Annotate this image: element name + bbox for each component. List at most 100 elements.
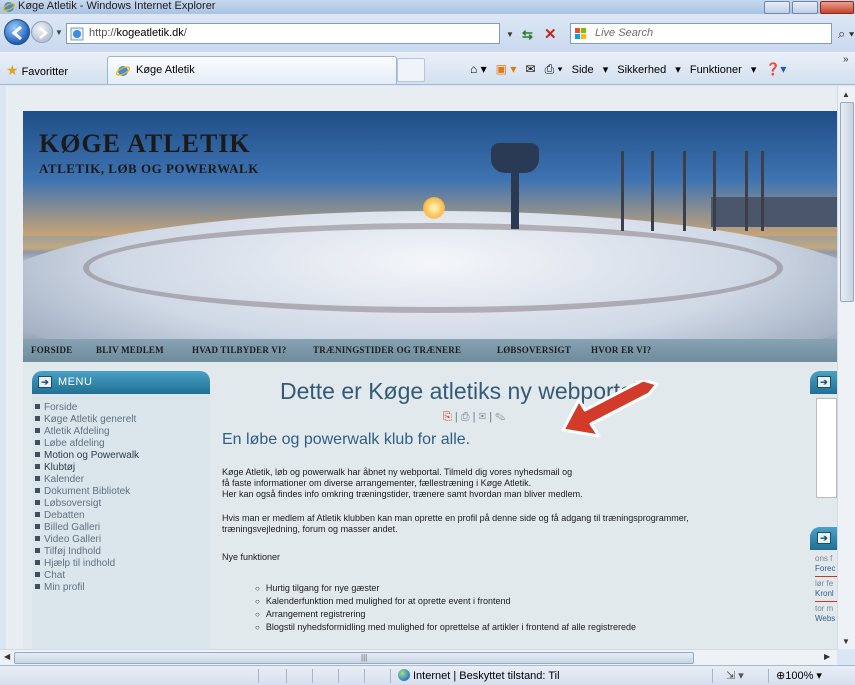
menu-item-koge-atletik-generelt[interactable]: Køge Atletik generelt xyxy=(35,414,136,425)
zone-text: Internet | Beskyttet tilstand: Til xyxy=(413,670,560,682)
email-article-icon[interactable]: ✉ xyxy=(479,411,487,423)
right-news-list: ons f Forec lør fe Kronl tor m Webs xyxy=(815,554,837,624)
right-news-arrow-icon: ➔ xyxy=(817,532,831,544)
menu-item-klubtoj[interactable]: Klubtøj xyxy=(35,462,75,473)
intro-line: Her kan også findes info omkring træning… xyxy=(222,489,583,499)
site-nav: FORSIDE BLIV MEDLEM HVAD TILBYDER VI? TR… xyxy=(23,339,837,362)
forward-button[interactable] xyxy=(31,21,53,43)
nav-forside[interactable]: FORSIDE xyxy=(31,345,72,355)
nav-lobsoversigt[interactable]: LØBSOVERSIGT xyxy=(497,345,571,355)
tools-menu-label: Funktioner xyxy=(689,64,742,76)
article-subtitle: En løbe og powerwalk klub for alle. xyxy=(222,431,471,448)
intro-paragraph: Køge Atletik, løb og powerwalk har åbnet… xyxy=(222,467,822,500)
nav-traeningstider[interactable]: TRÆNINGSTIDER OG TRÆNERE xyxy=(313,345,461,355)
search-icon[interactable]: ⌕ ▾ xyxy=(838,26,854,42)
status-separator xyxy=(364,669,365,683)
scroll-up-icon[interactable]: ▲ xyxy=(842,90,850,99)
tab-koge-atletik[interactable]: Køge Atletik xyxy=(107,56,397,84)
print-icon[interactable]: ⎙ ▾ xyxy=(545,62,563,76)
horizontal-scrollbar[interactable]: ◀ ||| ▶ xyxy=(0,649,837,665)
list-item: Hurtig tilgang for nye gæster xyxy=(255,582,636,595)
list-item: Blogstil nyhedsformidling med mulighed f… xyxy=(255,621,636,634)
right-arrow-icon: ➔ xyxy=(817,376,831,388)
security-menu[interactable]: Sikkerhed ▾ xyxy=(617,64,681,76)
home-icon[interactable]: ⌂ ▾ xyxy=(470,62,487,76)
member-line: Hvis man er medlem af Atletik klubben ka… xyxy=(222,513,689,523)
nav-hvor-er-vi[interactable]: HVOR ER VI? xyxy=(591,345,651,355)
internet-globe-icon xyxy=(398,669,410,681)
menu-item-lobsoversigt[interactable]: Løbsoversigt xyxy=(35,498,101,509)
menu-item-hjaelp-til-indhold[interactable]: Hjælp til indhold xyxy=(35,558,115,569)
back-arrow-icon xyxy=(11,25,22,41)
read-mail-icon[interactable]: ✉ xyxy=(525,62,535,76)
page-menu-label: Side xyxy=(571,64,594,76)
page-menu[interactable]: Side ▾ xyxy=(572,64,609,76)
scroll-down-icon[interactable]: ▼ xyxy=(842,637,850,646)
menu-item-motion-og-powerwalk[interactable]: Motion og Powerwalk xyxy=(35,450,139,461)
page-favicon-icon xyxy=(70,27,84,41)
news-link[interactable]: Kronl xyxy=(815,589,837,599)
edit-article-icon[interactable]: ✎ xyxy=(495,411,505,423)
nav-hvad-tilbyder-vi[interactable]: HVAD TILBYDER VI? xyxy=(192,345,286,355)
zoom-level: 100% xyxy=(785,670,814,682)
scroll-left-icon[interactable]: ◀ xyxy=(4,652,10,661)
back-button[interactable] xyxy=(4,19,30,45)
news-date: tor m xyxy=(815,604,834,613)
url-host: kogeatletik.dk xyxy=(116,27,184,39)
menu-item-kalender[interactable]: Kalender xyxy=(35,474,84,485)
new-tab-button[interactable] xyxy=(397,58,425,82)
news-divider xyxy=(815,601,837,602)
window-title: Køge Atletik - Windows Internet Explorer xyxy=(18,0,216,12)
status-separator xyxy=(312,669,313,683)
banner-sun xyxy=(423,197,445,219)
print-article-icon[interactable]: ⎙ xyxy=(461,411,470,423)
horizontal-scroll-thumb[interactable]: ||| xyxy=(14,652,694,664)
protected-mode-icon[interactable]: ⇲ ▾ xyxy=(726,669,744,682)
nav-bliv-medlem[interactable]: BLIV MEDLEM xyxy=(96,345,164,355)
title-bar: Køge Atletik - Windows Internet Explorer xyxy=(0,0,855,14)
minimize-button[interactable] xyxy=(764,1,790,14)
tools-menu[interactable]: Funktioner ▾ xyxy=(690,64,757,76)
scroll-right-icon[interactable]: ▶ xyxy=(824,652,830,661)
vertical-scroll-thumb[interactable] xyxy=(840,102,854,302)
site-logo-title[interactable]: KØGE ATLETIK xyxy=(39,129,251,159)
red-pointer-arrow xyxy=(561,380,659,438)
banner-pole xyxy=(683,151,686,231)
zoom-icon: ⊕ xyxy=(776,670,786,682)
help-icon[interactable]: ❓▾ xyxy=(765,62,786,76)
search-input[interactable]: Live Search xyxy=(570,23,832,44)
address-field[interactable]: http://kogeatletik.dk/ xyxy=(66,23,500,44)
menu-item-min-profil[interactable]: Min profil xyxy=(35,582,85,593)
news-link[interactable]: Webs xyxy=(815,614,837,624)
pdf-icon[interactable]: ⎘ xyxy=(443,411,452,423)
menu-item-forside[interactable]: Forside xyxy=(35,402,77,413)
maximize-button[interactable] xyxy=(792,1,818,14)
menu-item-tilfoj-indhold[interactable]: Tilføj Indhold xyxy=(35,546,101,557)
news-link[interactable]: Forec xyxy=(815,564,837,574)
menu-item-lobe-afdeling[interactable]: Løbe afdeling xyxy=(35,438,105,449)
menu-item-video-galleri[interactable]: Video Galleri xyxy=(35,534,101,545)
feeds-icon[interactable]: ▣ ▾ xyxy=(496,62,517,76)
url-prefix: http:// xyxy=(89,27,117,39)
menu-item-atletik-afdeling[interactable]: Atletik Afdeling xyxy=(35,426,110,437)
favorites-label: Favoritter xyxy=(21,66,69,78)
vertical-scrollbar[interactable]: ▲ ▼ xyxy=(837,86,855,649)
search-placeholder: Live Search xyxy=(595,27,654,39)
more-commands-chevron-icon[interactable]: » xyxy=(843,54,849,65)
menu-item-billed-galleri[interactable]: Billed Galleri xyxy=(35,522,100,533)
stop-icon[interactable]: ✕ xyxy=(544,25,557,43)
zoom-control[interactable]: ⊕100% ▾ xyxy=(776,669,822,682)
security-zone[interactable]: Internet | Beskyttet tilstand: Til xyxy=(398,669,560,682)
close-window-button[interactable] xyxy=(820,1,854,14)
security-menu-label: Sikkerhed xyxy=(617,64,667,76)
forward-arrow-icon xyxy=(39,27,48,39)
banner-pole xyxy=(621,151,624,231)
refresh-icon[interactable]: ⇆ xyxy=(522,27,533,43)
menu-item-chat[interactable]: Chat xyxy=(35,570,65,581)
address-dropdown-icon[interactable]: ▼ xyxy=(506,30,514,39)
menu-item-debatten[interactable]: Debatten xyxy=(35,510,85,521)
recent-pages-dropdown[interactable]: ▼ xyxy=(55,28,63,37)
favorites-button[interactable]: ★ Favoritter xyxy=(6,62,68,79)
menu-item-dokument-bibliotek[interactable]: Dokument Bibliotek xyxy=(35,486,130,497)
site-body: ➔ MENU Forside Køge Atletik generelt Atl… xyxy=(23,362,837,649)
